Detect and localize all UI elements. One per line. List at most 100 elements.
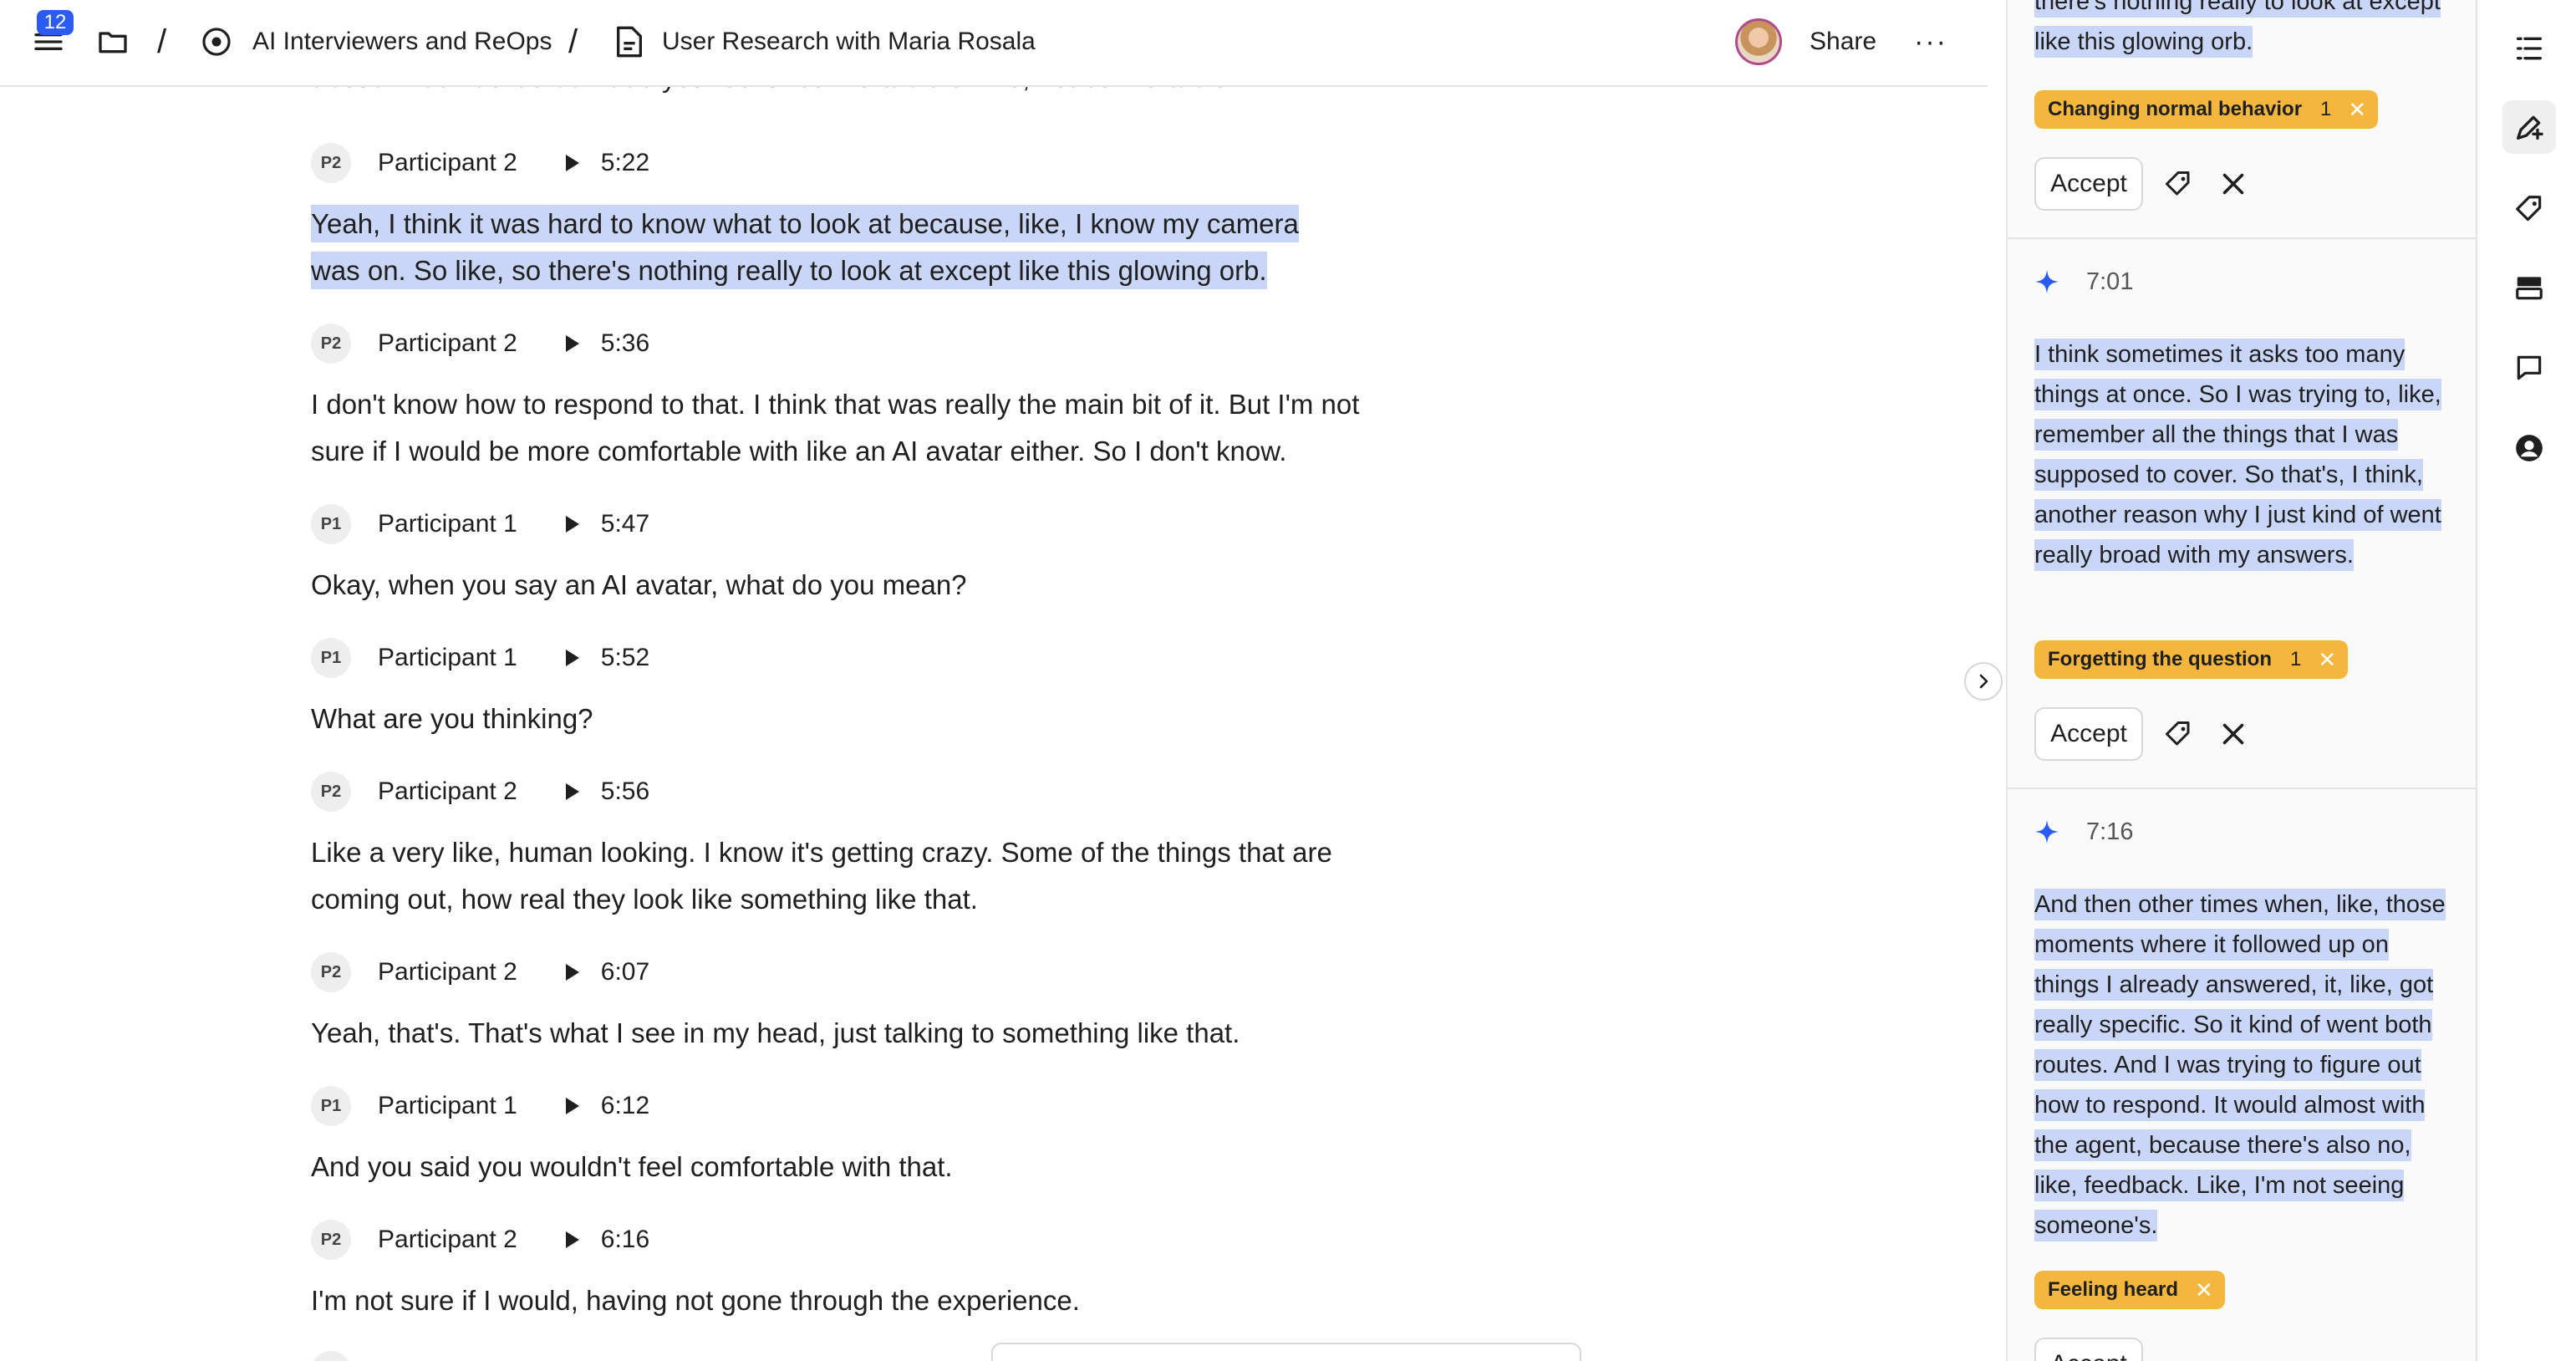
speaker-row: P1 Participant 1 6:12 [311, 1085, 649, 1127]
utterance-text: Okay, when you say an AI avatar, what do… [311, 569, 967, 600]
tag-count: 1 [2320, 98, 2332, 120]
timestamp[interactable]: 5:56 [601, 777, 649, 806]
ai-highlight-icon[interactable] [2502, 100, 2556, 154]
participant-name: Participant 2 [378, 329, 517, 357]
accept-button[interactable]: Accept [2034, 157, 2143, 211]
outline-list-icon[interactable] [2507, 27, 2551, 70]
participant-badge: P2 [311, 772, 351, 812]
accept-button[interactable]: Accept [2034, 1338, 2143, 1361]
transcript-line-partial: about what was it that made you feel unc… [311, 87, 1272, 94]
participant-badge: P2 [311, 1220, 351, 1260]
breadcrumb-separator: / [157, 23, 167, 60]
utterance-text: I'm not sure if I would, having not gone… [311, 1285, 1080, 1316]
tag-label: Changing normal behavior [2048, 98, 2303, 120]
suggestion-card: 7:01 I think sometimes it asks too many … [2008, 239, 2476, 789]
speaker-row: P2 Participant 2 5:36 [311, 323, 649, 364]
tag-icon[interactable] [2163, 719, 2193, 753]
timestamp[interactable]: 5:52 [601, 644, 649, 672]
compass-icon [201, 0, 232, 84]
folder-button[interactable] [94, 0, 132, 84]
document-icon [614, 0, 644, 84]
utterance-text: What are you thinking? [311, 703, 593, 734]
collapse-panel-button[interactable] [1964, 662, 2003, 701]
play-icon[interactable] [565, 335, 579, 352]
participant-badge: P1 [311, 1086, 351, 1126]
play-icon[interactable] [565, 155, 579, 171]
share-button[interactable]: Share [1810, 0, 1876, 84]
more-options-button[interactable]: ··· [1914, 0, 1947, 84]
play-icon[interactable] [565, 516, 579, 533]
participant-badge [311, 1351, 351, 1361]
timestamp[interactable]: 5:47 [601, 510, 649, 538]
table-icon[interactable] [2507, 266, 2551, 309]
suggestion-time[interactable]: 7:16 [2086, 818, 2133, 846]
timestamp[interactable]: 6:12 [601, 1092, 649, 1120]
suggestions-panel: there's nothing really to look at except… [2006, 0, 2476, 1361]
timestamp[interactable]: 5:36 [601, 329, 649, 358]
suggestion-card: 7:16 And then other times when, like, th… [2008, 789, 2476, 1361]
play-icon[interactable] [565, 783, 579, 800]
play-icon[interactable] [565, 964, 579, 981]
folder-icon [99, 32, 127, 54]
breadcrumb-project[interactable]: AI Interviewers and ReOps [252, 0, 552, 84]
participant-name: Participant 2 [378, 149, 517, 176]
tag-chip: Feeling heard ✕ [2034, 1271, 2225, 1309]
top-bar: 12 / AI Interviewers and ReOps / User Re… [0, 0, 1988, 87]
avatar[interactable] [1735, 18, 1782, 65]
comment-icon[interactable] [2507, 346, 2551, 390]
tag-count: 1 [2289, 648, 2302, 670]
timestamp[interactable]: 5:22 [601, 149, 649, 177]
transcript: about what was it that made you feel unc… [0, 87, 1981, 1361]
utterance-text: Like a very like, human looking. I know … [311, 837, 1332, 915]
dismiss-icon[interactable] [2218, 719, 2248, 753]
participant-name: Participant 2 [378, 958, 517, 986]
suggestion-quote: there's nothing really to look at except… [2034, 0, 2452, 62]
remove-tag-icon[interactable]: ✕ [2318, 647, 2336, 673]
participant-badge: P2 [311, 952, 351, 992]
participant-name: Participant 1 [378, 510, 517, 538]
utterance-text: Yeah, I think it was hard to know what t… [311, 201, 1347, 294]
utterance-text: And you said you wouldn't feel comfortab… [311, 1151, 953, 1182]
suggestion-time[interactable]: 7:01 [2086, 268, 2133, 296]
speaker-row: P2 Participant 2 6:16 [311, 1219, 649, 1261]
breadcrumb-separator: / [568, 23, 578, 60]
speaker-row: P1 Participant 1 5:52 [311, 637, 649, 679]
highlighted-text[interactable]: Yeah, I think it was hard to know what t… [311, 205, 1299, 289]
user-icon[interactable] [2507, 426, 2551, 470]
suggestion-header: 7:16 [2033, 818, 2133, 846]
speaker-row: P1 Participant 1 5:47 [311, 503, 649, 545]
speaker-row: P2 Participant 2 5:22 [311, 142, 649, 184]
suggestion-header: 7:01 [2033, 268, 2133, 296]
play-icon[interactable] [565, 1098, 579, 1114]
sparkle-icon [2034, 819, 2059, 844]
breadcrumb-document[interactable]: User Research with Maria Rosala [662, 0, 1036, 84]
participant-name: Participant 1 [378, 644, 517, 671]
participant-badge: P1 [311, 638, 351, 678]
tag-chip: Changing normal behavior 1 ✕ [2034, 90, 2379, 129]
remove-tag-icon[interactable]: ✕ [2195, 1277, 2213, 1303]
suggestion-quote: And then other times when, like, those m… [2034, 884, 2452, 1246]
tag-chip: Forgetting the question 1 ✕ [2034, 640, 2349, 679]
tag-label: Feeling heard [2048, 1278, 2179, 1301]
participant-name: Participant 1 [378, 1092, 517, 1119]
menu-button[interactable]: 12 [25, 0, 74, 84]
play-icon[interactable] [565, 650, 579, 666]
play-icon[interactable] [565, 1231, 579, 1248]
timestamp[interactable]: 6:16 [601, 1226, 649, 1254]
tag-label: Forgetting the question [2048, 648, 2272, 670]
remove-tag-icon[interactable]: ✕ [2348, 97, 2366, 123]
speaker-row: P2 Participant 2 6:07 [311, 951, 649, 993]
dismiss-icon[interactable] [2218, 169, 2248, 203]
participant-badge: P1 [311, 504, 351, 544]
utterance-text: Yeah, that's. That's what I see in my he… [311, 1017, 1240, 1048]
tag-icon[interactable] [2163, 169, 2193, 203]
right-toolbar [2476, 0, 2576, 1361]
accept-button[interactable]: Accept [2034, 707, 2143, 761]
participant-badge: P2 [311, 324, 351, 364]
participant-name: Participant 2 [378, 1226, 517, 1253]
tag-icon[interactable] [2507, 187, 2551, 231]
participant-name: Participant 2 [378, 777, 517, 805]
timestamp[interactable]: 6:07 [601, 958, 649, 986]
floating-toolbar[interactable] [991, 1343, 1581, 1361]
suggestion-quote: I think sometimes it asks too many thing… [2034, 334, 2452, 575]
